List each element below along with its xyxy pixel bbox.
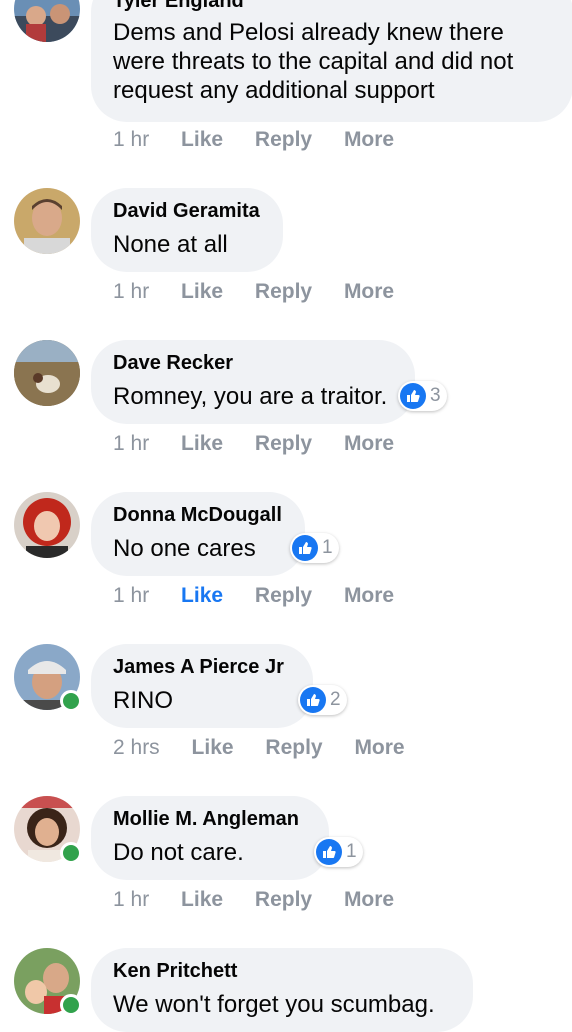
reply-button[interactable]: Reply [255,888,312,912]
comment-actions: 1 hr Like Reply More [113,128,420,152]
reaction-count-badge[interactable]: 2 [298,685,347,715]
comment-timestamp[interactable]: 2 hrs [113,736,160,760]
reply-button[interactable]: Reply [255,584,312,608]
more-button[interactable]: More [344,280,394,304]
reaction-count-badge[interactable]: 3 [398,381,447,411]
comment-bubble: Mollie M. Angleman Do not care. [91,796,329,880]
reply-button[interactable]: Reply [255,128,312,152]
comment-bubble: Ken Pritchett We won't forget you scumba… [91,948,473,1032]
online-status-indicator [60,842,82,864]
more-button[interactable]: More [344,888,394,912]
comment-text: No one cares [113,535,256,562]
comment-text: Romney, you are a traitor. [113,383,388,410]
comment-text-line: request any additional support [113,77,435,104]
like-button[interactable]: Like [181,584,223,608]
online-status-indicator [60,690,82,712]
comment-author[interactable]: Ken Pritchett [113,958,451,984]
like-button[interactable]: Like [181,128,223,152]
thumbs-up-icon [292,535,318,561]
comment-text-line: Dems and Pelosi already knew there [113,19,504,46]
comment-timestamp[interactable]: 1 hr [113,584,149,608]
comment-text: We won't forget you scumbag. [113,991,435,1018]
comment-timestamp[interactable]: 1 hr [113,888,149,912]
avatar-david-geramita[interactable] [14,188,80,254]
comment-actions: 2 hrs Like Reply More [113,736,431,760]
comment-bubble: Tyler England Dems and Pelosi already kn… [91,0,572,122]
comment-timestamp[interactable]: 1 hr [113,432,149,456]
comment-author[interactable]: James A Pierce Jr [113,654,291,680]
reaction-count: 3 [430,385,441,406]
like-button[interactable]: Like [181,280,223,304]
reply-button[interactable]: Reply [265,736,322,760]
thumbs-up-icon [300,687,326,713]
comment-actions: 1 hr Like Reply More [113,584,420,608]
avatar-tyler-england[interactable] [14,0,80,42]
comment-text-line: were threats to the capital and did not [113,48,514,75]
more-button[interactable]: More [354,736,404,760]
reaction-count: 1 [346,841,357,862]
thumbs-up-icon [316,839,342,865]
comment-text: RINO [113,687,173,714]
comment-bubble: Dave Recker Romney, you are a traitor. [91,340,415,424]
reply-button[interactable]: Reply [255,280,312,304]
thumbs-up-icon [400,383,426,409]
like-button[interactable]: Like [192,736,234,760]
comment-author[interactable]: David Geramita [113,198,261,224]
comment-author[interactable]: Dave Recker [113,350,393,376]
reaction-count-badge[interactable]: 1 [314,837,363,867]
like-button[interactable]: Like [181,888,223,912]
more-button[interactable]: More [344,128,394,152]
comment-actions: 1 hr Like Reply More [113,432,420,456]
reaction-count-badge[interactable]: 1 [290,533,339,563]
comment-author[interactable]: Mollie M. Angleman [113,806,307,832]
comment-bubble: Donna McDougall No one cares [91,492,305,576]
comment-text: Do not care. [113,839,244,866]
comment-bubble: James A Pierce Jr RINO [91,644,313,728]
comment-text: None at all [113,231,228,258]
avatar-donna-mcdougall[interactable] [14,492,80,558]
comment-author[interactable]: Donna McDougall [113,502,283,528]
comment-actions: 1 hr Like Reply More [113,280,420,304]
comment-timestamp[interactable]: 1 hr [113,280,149,304]
comment-author[interactable]: Tyler England [113,0,551,14]
reaction-count: 2 [330,689,341,710]
online-status-indicator [60,994,82,1016]
comment-timestamp[interactable]: 1 hr [113,128,149,152]
more-button[interactable]: More [344,432,394,456]
comment-actions: 1 hr Like Reply More [113,888,420,912]
more-button[interactable]: More [344,584,394,608]
reaction-count: 1 [322,537,333,558]
avatar-dave-recker[interactable] [14,340,80,406]
comment-bubble: David Geramita None at all [91,188,283,272]
like-button[interactable]: Like [181,432,223,456]
reply-button[interactable]: Reply [255,432,312,456]
